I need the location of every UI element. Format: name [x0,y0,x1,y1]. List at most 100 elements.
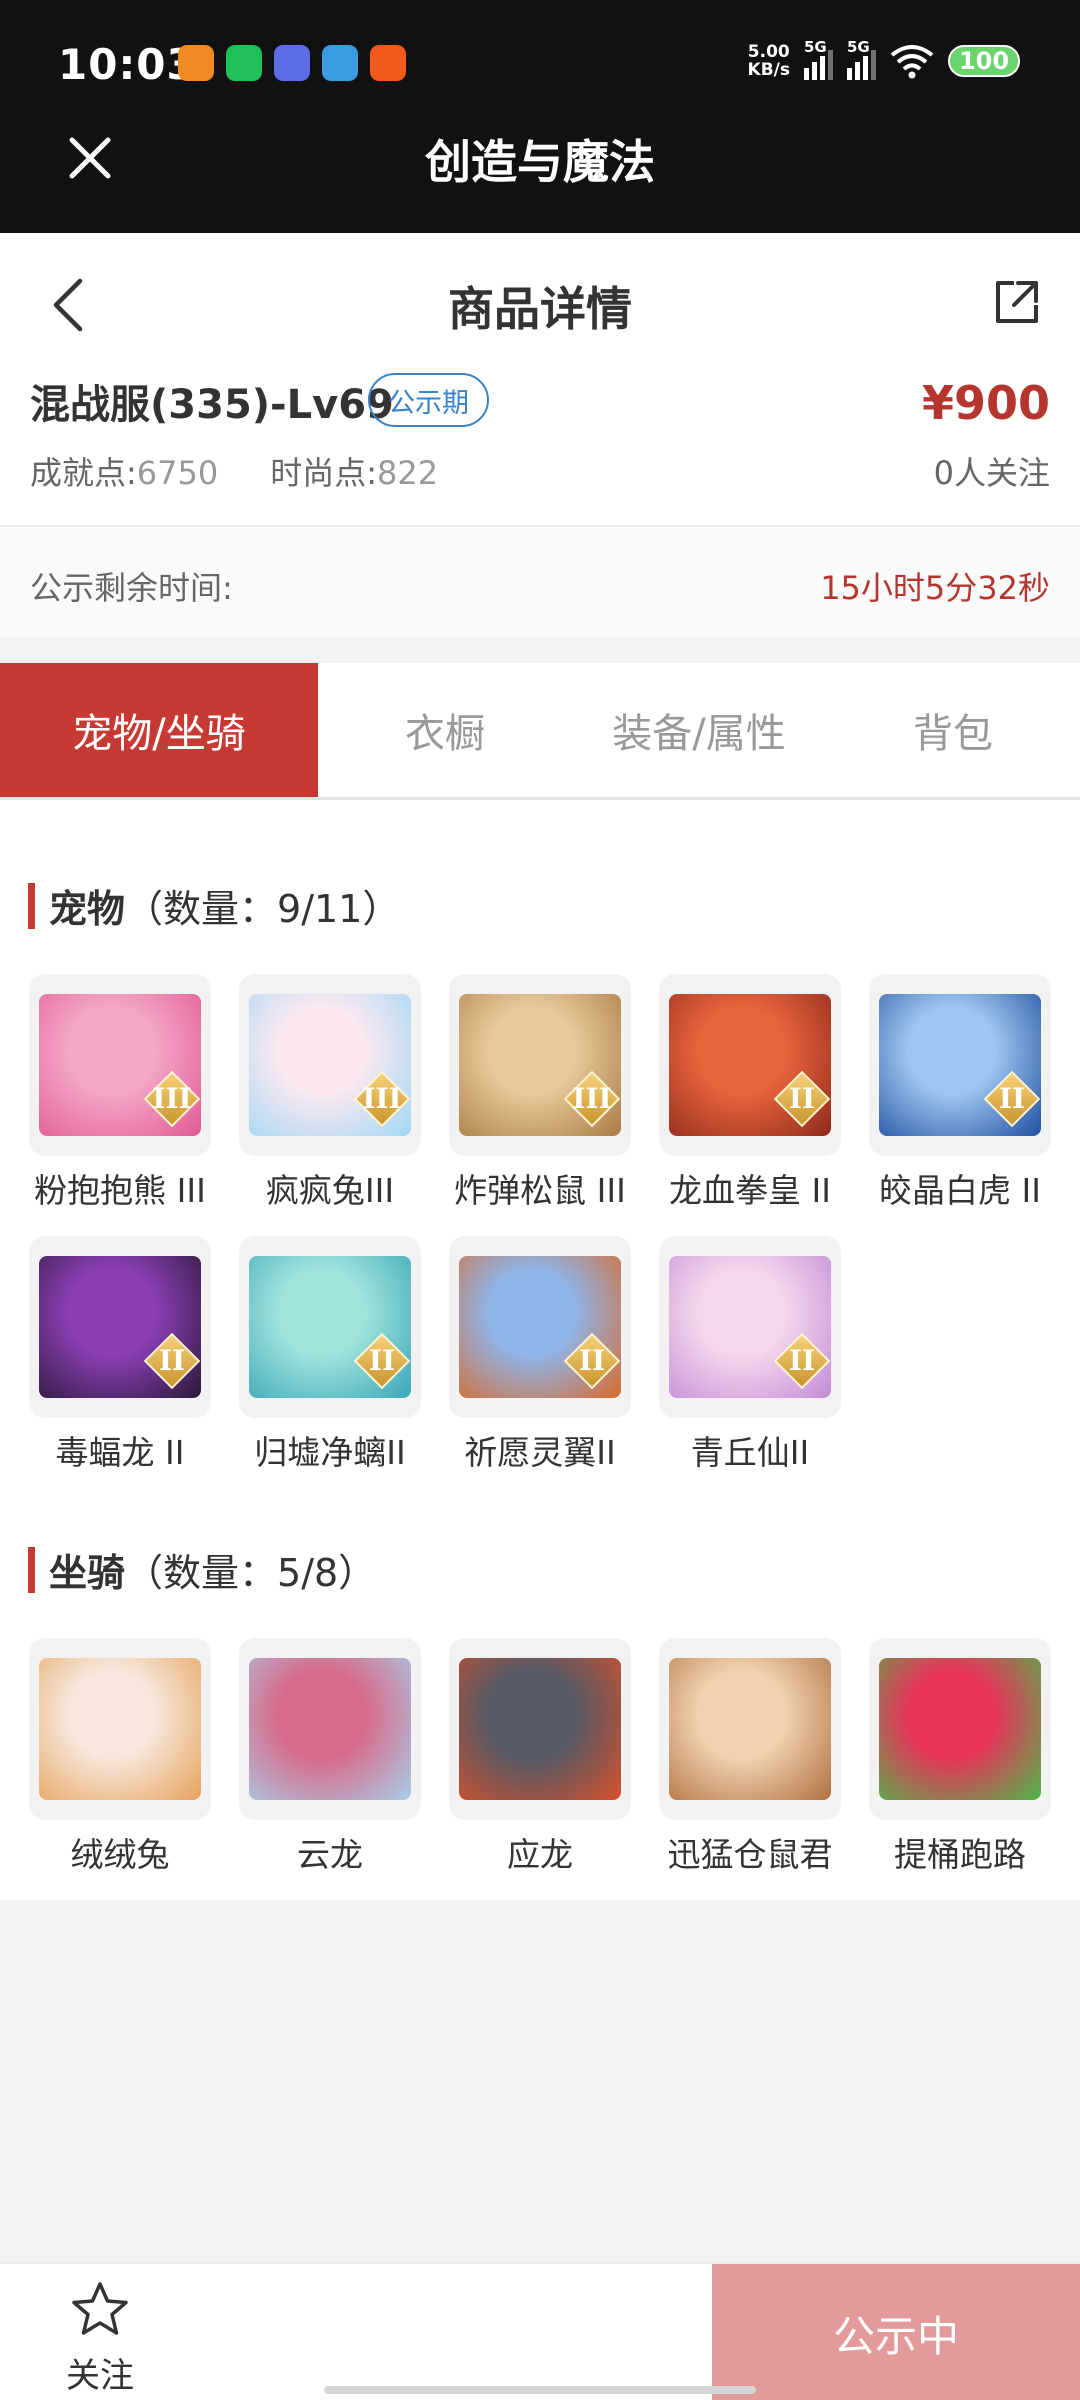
pet-item[interactable]: II 青丘仙II [659,1236,841,1474]
server-level: 混战服(335)-Lv69 [30,382,394,428]
section-marker [28,882,35,929]
mount-name: 提桶跑路 [894,1835,1026,1874]
tier-label: II [368,1344,396,1377]
mount-name: 云龙 [297,1835,363,1874]
price: ¥900 [921,376,1050,430]
pet-item[interactable]: II 祈愿灵翼II [449,1236,631,1474]
pet-item[interactable]: III 疯疯兔III [239,974,421,1212]
pet-name: 龙血拳皇 II [669,1171,831,1210]
mount-item[interactable]: 迅猛仓鼠君 [659,1638,841,1876]
mount-name: 绒绒兔 [70,1835,170,1874]
publicity-status-button[interactable]: 公示中 [712,2264,1080,2400]
pet-thumbnail: II [659,974,841,1156]
mount-thumbnail [449,1638,631,1820]
status-time: 10:03 [58,40,197,89]
pets-count: （数量：9/11） [125,887,401,931]
mounts-title: 坐骑 [49,1551,126,1595]
tier-label: II [578,1344,606,1377]
network-speed-value: 5.00 [747,42,790,62]
mount-thumbnail [659,1638,841,1820]
creature-image [879,1658,1041,1800]
mount-name: 迅猛仓鼠君 [667,1835,833,1874]
tab-pets-mounts[interactable]: 宠物/坐骑 [0,663,318,797]
tab-content: 宠物 （数量：9/11） III 粉抱抱熊 III III 疯疯兔III III 炸弹松鼠… [0,800,1080,1900]
tab-backpack[interactable]: 背包 [826,663,1080,797]
top-bar: 10:03 5.00 KB/s 5G 5G 100 创造与魔法 [0,0,1080,233]
tier-badge-icon: II [773,1070,831,1128]
pet-thumbnail: II [29,1236,211,1418]
signal-sim2-icon: 5G [847,38,876,80]
tier-badge-icon: II [353,1332,411,1390]
mount-thumbnail [869,1638,1051,1820]
creature-image [39,1658,201,1800]
mounts-count: （数量：5/8） [125,1551,377,1595]
tier-badge-icon: III [563,1070,621,1128]
mount-item[interactable]: 提桶跑路 [869,1638,1051,1876]
pet-thumbnail: II [239,1236,421,1418]
share-icon[interactable] [992,277,1042,327]
app-title: 创造与魔法 [425,135,655,189]
pet-thumbnail: III [239,974,421,1156]
weather-app-icon [274,45,310,81]
pet-item[interactable]: II 毒蝠龙 II [29,1236,211,1474]
pet-item[interactable]: III 粉抱抱熊 III [29,974,211,1212]
mount-thumbnail [239,1638,421,1820]
status-indicators: 5.00 KB/s 5G 5G 100 [747,38,1020,80]
pet-name: 毒蝠龙 II [55,1433,185,1472]
fashion-label: 时尚点: [270,454,378,492]
pet-item[interactable]: III 炸弹松鼠 III [449,974,631,1212]
mounts-section-title: 坐骑 （数量：5/8） [28,1542,376,1597]
fashion-value: 822 [377,454,439,492]
product-info: 混战服(335)-Lv69 公示期 成就点:6750 时尚点:822 ¥900 0… [0,370,1080,525]
mount-item[interactable]: 应龙 [449,1638,631,1876]
home-indicator [324,2386,756,2394]
sim1-label: 5G [804,38,827,56]
tier-badge-icon: III [143,1070,201,1128]
tier-label: III [572,1082,612,1115]
tier-label: II [158,1344,186,1377]
tier-badge-icon: II [563,1332,621,1390]
star-icon[interactable] [70,2280,130,2340]
pets-grid: III 粉抱抱熊 III III 疯疯兔III III 炸弹松鼠 III II 龙血拳皇 II… [29,974,1053,1474]
wifi-icon [890,45,934,79]
pet-name: 祈愿灵翼II [464,1433,616,1472]
network-speed-unit: KB/s [747,60,790,80]
tier-badge-icon: II [983,1070,1041,1128]
pet-item[interactable]: II 皎晶白虎 II [869,974,1051,1212]
page-title: 商品详情 [448,282,632,336]
pet-name: 粉抱抱熊 III [34,1171,206,1210]
pet-thumbnail: III [29,974,211,1156]
tab-equipment[interactable]: 装备/属性 [572,663,826,797]
pet-thumbnail: II [449,1236,631,1418]
signal-sim1-icon: 5G [804,38,833,80]
shopping-app-icon [370,45,406,81]
chat-app-icon [226,45,262,81]
achievement-label: 成就点: [30,454,137,492]
mounts-grid: 绒绒兔 云龙 应龙 迅猛仓鼠君 提桶跑路 [29,1638,1053,1876]
status-badge: 公示期 [368,373,489,427]
mount-thumbnail [29,1638,211,1820]
pet-name: 青丘仙II [690,1433,810,1472]
pet-item[interactable]: II 龙血拳皇 II [659,974,841,1212]
pet-thumbnail: II [869,974,1051,1156]
mount-item[interactable]: 绒绒兔 [29,1638,211,1876]
tier-badge-icon: II [773,1332,831,1390]
publicity-timer: 公示剩余时间: 15小时5分32秒 [0,525,1080,637]
follow-button[interactable]: 关注 [66,2348,134,2397]
mount-name: 应龙 [507,1835,573,1874]
tier-label: II [788,1082,816,1115]
follower-count: 0人关注 [933,454,1050,492]
pet-item[interactable]: II 归墟净螭II [239,1236,421,1474]
pet-name: 皎晶白虎 II [879,1171,1041,1210]
tab-wardrobe[interactable]: 衣橱 [318,663,572,797]
battery-icon: 100 [948,45,1020,77]
pet-name: 归墟净螭II [254,1433,406,1472]
wallet-app-icon [322,45,358,81]
creature-image [459,1658,621,1800]
sim2-label: 5G [847,38,870,56]
tier-label: III [362,1082,402,1115]
mount-item[interactable]: 云龙 [239,1638,421,1876]
pet-thumbnail: III [449,974,631,1156]
timer-value: 15小时5分32秒 [820,569,1050,607]
tier-label: III [152,1082,192,1115]
